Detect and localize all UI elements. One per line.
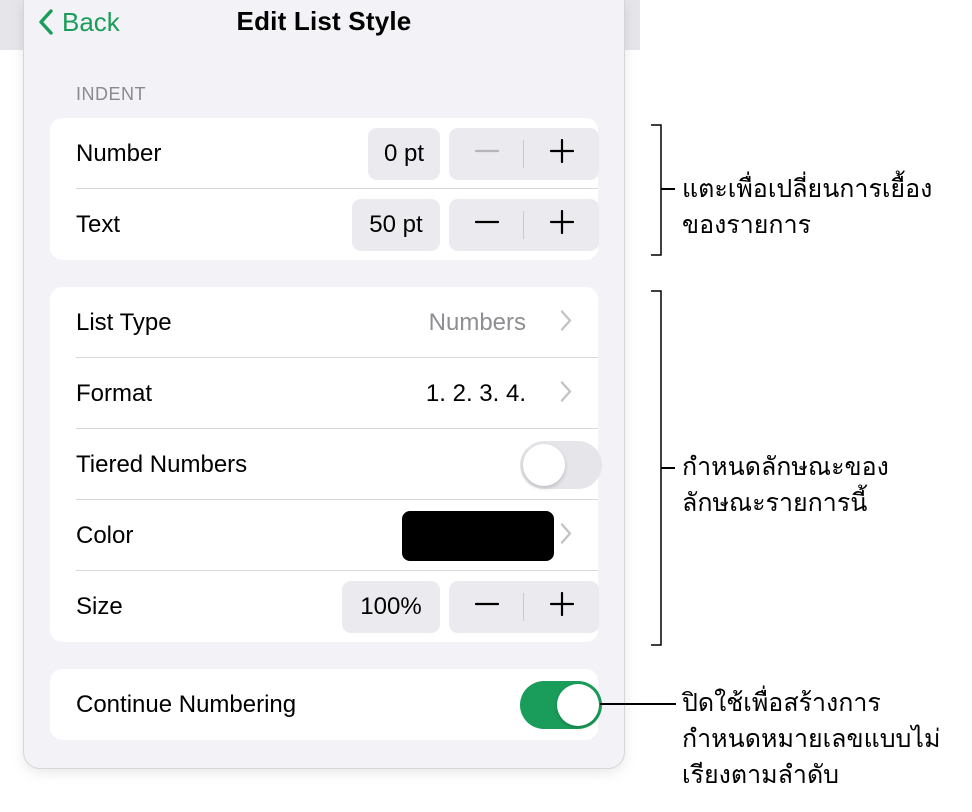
edit-list-style-popover: Back Edit List Style INDENT Number 0 pt … xyxy=(24,0,624,768)
size-row: Size 100% xyxy=(50,571,599,642)
callout-line: ของรายการ xyxy=(682,210,812,239)
format-label: Format xyxy=(76,379,153,407)
color-row[interactable]: Color xyxy=(50,500,598,571)
navigation-bar: Back Edit List Style xyxy=(24,0,624,46)
style-leader-line xyxy=(661,467,675,469)
list-style-card: List Type Numbers Format 1. 2. 3. 4. Tie… xyxy=(50,287,602,642)
continue-numbering-toggle[interactable] xyxy=(520,680,602,729)
text-indent-row: Text 50 pt xyxy=(50,189,599,260)
minus-icon xyxy=(474,592,499,621)
chevron-right-icon xyxy=(560,522,572,549)
indent-callout: แตะเพื่อเปลี่ยนการเยื้อง ของรายการ xyxy=(682,171,932,243)
size-increase-button[interactable] xyxy=(524,581,599,633)
indent-card: Number 0 pt Text 50 pt xyxy=(50,118,599,260)
text-increase-button[interactable] xyxy=(524,199,599,251)
number-indent-label: Number xyxy=(76,139,162,167)
text-indent-stepper xyxy=(449,198,599,251)
list-type-row[interactable]: List Type Numbers xyxy=(50,287,598,358)
tiered-numbers-toggle[interactable] xyxy=(520,440,602,489)
chevron-right-icon xyxy=(560,380,572,407)
callout-line: กำหนดลักษณะของ xyxy=(682,452,889,481)
continue-callout: ปิดใช้เพื่อสร้างการ กำหนดหมายเลขแบบไม่ เ… xyxy=(682,685,940,793)
plus-icon xyxy=(549,209,574,239)
style-callout: กำหนดลักษณะของ ลักษณะรายการนี้ xyxy=(682,449,889,521)
chevron-right-icon xyxy=(560,309,572,336)
number-indent-row: Number 0 pt xyxy=(50,118,599,189)
continue-numbering-card: Continue Numbering xyxy=(50,669,602,740)
callout-line: กำหนดหมายเลขแบบไม่ xyxy=(682,724,941,753)
continue-numbering-label: Continue Numbering xyxy=(76,690,297,718)
size-label: Size xyxy=(76,592,123,620)
callout-line: แตะเพื่อเปลี่ยนการเยื้อง xyxy=(682,174,933,203)
tiered-numbers-row: Tiered Numbers xyxy=(50,429,602,500)
text-indent-label: Text xyxy=(76,210,121,238)
indent-section-label: INDENT xyxy=(76,84,146,104)
list-type-label: List Type xyxy=(76,308,172,336)
number-indent-value[interactable]: 0 pt xyxy=(368,127,440,180)
size-value[interactable]: 100% xyxy=(342,580,440,633)
tiered-numbers-label: Tiered Numbers xyxy=(76,450,248,478)
size-decrease-button[interactable] xyxy=(449,581,524,633)
minus-icon xyxy=(474,139,499,168)
toggle-knob xyxy=(557,683,599,726)
format-row[interactable]: Format 1. 2. 3. 4. xyxy=(50,358,598,429)
callout-line: ปิดใช้เพื่อสร้างการ xyxy=(682,688,881,717)
number-decrease-button[interactable] xyxy=(449,128,524,180)
text-decrease-button[interactable] xyxy=(449,199,524,251)
callout-line: เรียงตามลำดับ xyxy=(682,760,840,789)
callout-line: ลักษณะรายการนี้ xyxy=(682,488,868,517)
number-indent-stepper xyxy=(449,127,599,180)
format-value: 1. 2. 3. 4. xyxy=(425,379,526,407)
continue-numbering-row: Continue Numbering xyxy=(50,669,602,740)
plus-icon xyxy=(549,591,574,621)
page-title: Edit List Style xyxy=(236,6,412,36)
list-type-value: Numbers xyxy=(428,308,526,336)
color-label: Color xyxy=(76,521,134,549)
continue-leader-line xyxy=(600,703,676,705)
indent-leader-line xyxy=(661,188,675,190)
size-stepper xyxy=(449,580,599,633)
color-swatch[interactable] xyxy=(402,510,554,561)
number-increase-button[interactable] xyxy=(524,128,599,180)
toggle-knob xyxy=(523,443,565,486)
text-indent-value[interactable]: 50 pt xyxy=(352,198,440,251)
plus-icon xyxy=(549,138,574,168)
minus-icon xyxy=(474,210,499,239)
indent-bracket xyxy=(651,124,662,256)
